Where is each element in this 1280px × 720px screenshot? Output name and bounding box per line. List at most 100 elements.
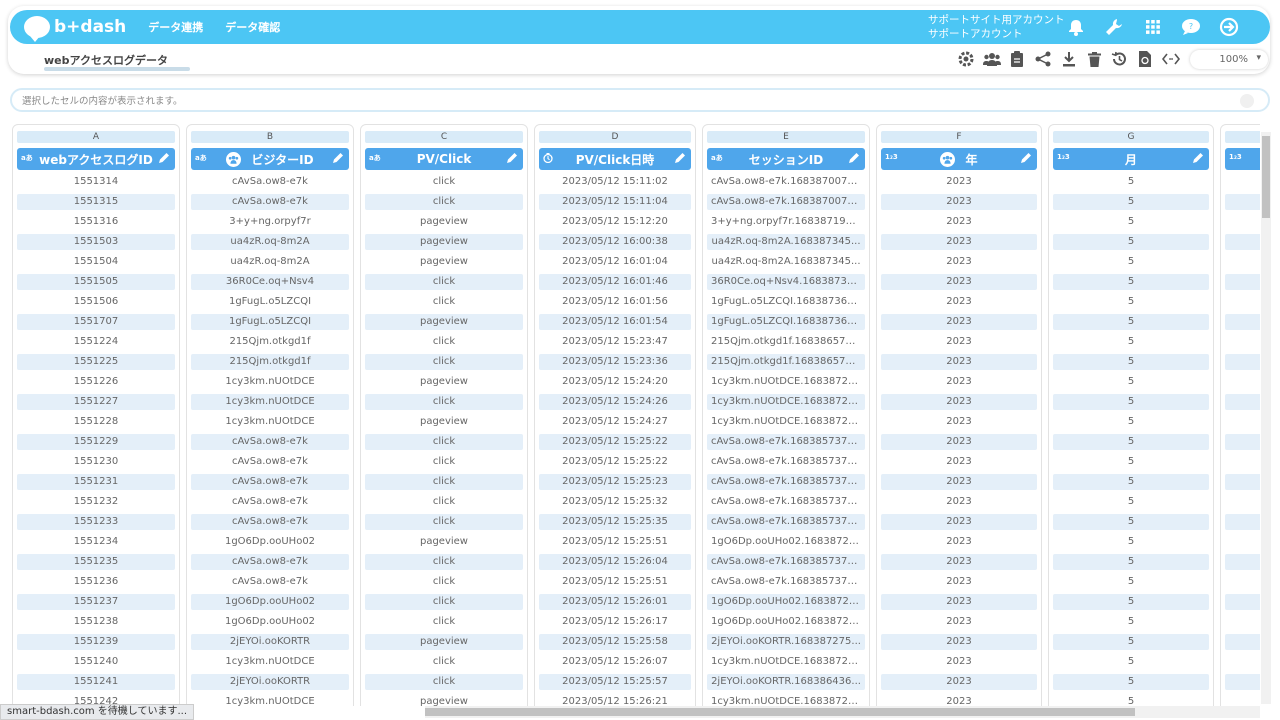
table-cell[interactable]: 2023: [881, 654, 1037, 670]
table-cell[interactable]: 5: [1053, 694, 1209, 706]
table-cell[interactable]: 1gO6Dp.ooUHo02.16838727...: [707, 614, 865, 630]
column-letter[interactable]: A: [17, 131, 175, 143]
table-cell[interactable]: 2023/05/12 16:01:54: [539, 314, 691, 330]
table-cell[interactable]: 1551504: [17, 254, 175, 270]
table-cell[interactable]: 1551232: [17, 494, 175, 510]
table-cell[interactable]: 2023: [881, 174, 1037, 190]
table-cell[interactable]: 5: [1053, 654, 1209, 670]
table-cell[interactable]: 2023/05/12 15:25:32: [539, 494, 691, 510]
edit-pencil-icon[interactable]: [1192, 152, 1204, 167]
table-cell[interactable]: [1225, 414, 1260, 430]
table-cell[interactable]: 5: [1053, 434, 1209, 450]
table-cell[interactable]: click: [365, 654, 523, 670]
table-cell[interactable]: 2023/05/12 15:25:22: [539, 454, 691, 470]
table-cell[interactable]: click: [365, 434, 523, 450]
table-cell[interactable]: [1225, 434, 1260, 450]
table-cell[interactable]: 1551241: [17, 674, 175, 690]
table-cell[interactable]: 5: [1053, 554, 1209, 570]
table-cell[interactable]: 1cy3km.nUOtDCE: [191, 374, 349, 390]
table-cell[interactable]: [1225, 394, 1260, 410]
table-cell[interactable]: 2023: [881, 334, 1037, 350]
column-letter[interactable]: D: [539, 131, 691, 143]
table-cell[interactable]: 1551226: [17, 374, 175, 390]
bell-icon[interactable]: [1065, 16, 1087, 38]
table-cell[interactable]: 2023/05/12 15:26:07: [539, 654, 691, 670]
column-header[interactable]: 1₂3: [1225, 148, 1260, 170]
table-cell[interactable]: [1225, 614, 1260, 630]
table-cell[interactable]: 215Qjm.otkgd1f: [191, 334, 349, 350]
table-cell[interactable]: pageview: [365, 374, 523, 390]
table-cell[interactable]: 2023/05/12 15:25:23: [539, 474, 691, 490]
table-cell[interactable]: 5: [1053, 634, 1209, 650]
table-cell[interactable]: 5: [1053, 674, 1209, 690]
table-cell[interactable]: 2jEYOi.ooKORTR: [191, 674, 349, 690]
table-cell[interactable]: 1551229: [17, 434, 175, 450]
table-cell[interactable]: 2023: [881, 454, 1037, 470]
vertical-scroll-thumb[interactable]: [1262, 136, 1270, 218]
table-cell[interactable]: 1551225: [17, 354, 175, 370]
table-cell[interactable]: pageview: [365, 254, 523, 270]
table-cell[interactable]: 5: [1053, 474, 1209, 490]
table-cell[interactable]: 5: [1053, 294, 1209, 310]
nav-data-link[interactable]: データ連携: [148, 19, 203, 35]
table-cell[interactable]: ua4zR.oq-8m2A.168387345...: [707, 254, 865, 270]
bdash-logo[interactable]: b+dash: [24, 16, 126, 42]
wrench-icon[interactable]: [1103, 16, 1125, 38]
nav-data-check[interactable]: データ確認: [225, 19, 280, 35]
table-cell[interactable]: cAvSa.ow8-e7k.1683857376...: [707, 494, 865, 510]
column-header[interactable]: aあ ビジターID: [191, 148, 349, 170]
table-cell[interactable]: 1551231: [17, 474, 175, 490]
table-cell[interactable]: ua4zR.oq-8m2A.168387345...: [707, 234, 865, 250]
table-cell[interactable]: pageview: [365, 634, 523, 650]
column-letter[interactable]: B: [191, 131, 349, 143]
table-cell[interactable]: 1gO6Dp.ooUHo02: [191, 614, 349, 630]
table-cell[interactable]: ua4zR.oq-8m2A: [191, 234, 349, 250]
table-cell[interactable]: 5: [1053, 574, 1209, 590]
table-cell[interactable]: click: [365, 294, 523, 310]
table-cell[interactable]: 2023/05/12 16:01:04: [539, 254, 691, 270]
cellbar-toggle[interactable]: [1240, 94, 1254, 108]
table-cell[interactable]: cAvSa.ow8-e7k: [191, 514, 349, 530]
table-cell[interactable]: 1551314: [17, 174, 175, 190]
users-icon[interactable]: [983, 50, 1001, 68]
table-cell[interactable]: 2jEYOi.ooKORTR.168387275...: [707, 634, 865, 650]
table-cell[interactable]: 1gFugL.o5LZCQI.168387367...: [707, 294, 865, 310]
table-cell[interactable]: 2023/05/12 15:23:36: [539, 354, 691, 370]
table-cell[interactable]: click: [365, 394, 523, 410]
table-cell[interactable]: 2023/05/12 16:00:38: [539, 234, 691, 250]
table-cell[interactable]: [1225, 234, 1260, 250]
table-cell[interactable]: 1551233: [17, 514, 175, 530]
table-cell[interactable]: [1225, 214, 1260, 230]
table-cell[interactable]: [1225, 334, 1260, 350]
table-cell[interactable]: 1551227: [17, 394, 175, 410]
table-cell[interactable]: [1225, 194, 1260, 210]
share-icon[interactable]: [1034, 50, 1052, 68]
table-cell[interactable]: 2jEYOi.ooKORTR.168386436...: [707, 674, 865, 690]
table-cell[interactable]: 1gFugL.o5LZCQI: [191, 294, 349, 310]
column-letter[interactable]: F: [881, 131, 1037, 143]
table-cell[interactable]: [1225, 674, 1260, 690]
table-cell[interactable]: 2023: [881, 494, 1037, 510]
horizontal-scroll-thumb[interactable]: [425, 708, 1135, 716]
logout-icon[interactable]: [1218, 16, 1240, 38]
table-cell[interactable]: click: [365, 574, 523, 590]
table-cell[interactable]: 2023/05/12 16:01:46: [539, 274, 691, 290]
table-cell[interactable]: click: [365, 274, 523, 290]
table-cell[interactable]: 1551224: [17, 334, 175, 350]
table-cell[interactable]: 2023/05/12 15:26:21: [539, 694, 691, 706]
table-cell[interactable]: 1cy3km.nUOtDCE.16838726...: [707, 394, 865, 410]
table-cell[interactable]: [1225, 694, 1260, 706]
table-cell[interactable]: 1551707: [17, 314, 175, 330]
column-letter[interactable]: G: [1053, 131, 1209, 143]
table-cell[interactable]: 2023/05/12 15:26:01: [539, 594, 691, 610]
table-cell[interactable]: 2023/05/12 15:24:20: [539, 374, 691, 390]
settings-icon[interactable]: [957, 50, 975, 68]
table-cell[interactable]: 2023: [881, 514, 1037, 530]
download-icon[interactable]: [1060, 50, 1078, 68]
table-cell[interactable]: 5: [1053, 594, 1209, 610]
table-cell[interactable]: 1cy3km.nUOtDCE.16838726...: [707, 654, 865, 670]
table-cell[interactable]: [1225, 374, 1260, 390]
table-cell[interactable]: 2023: [881, 694, 1037, 706]
clipboard-icon[interactable]: [1008, 50, 1026, 68]
column-letter[interactable]: [1225, 131, 1260, 143]
